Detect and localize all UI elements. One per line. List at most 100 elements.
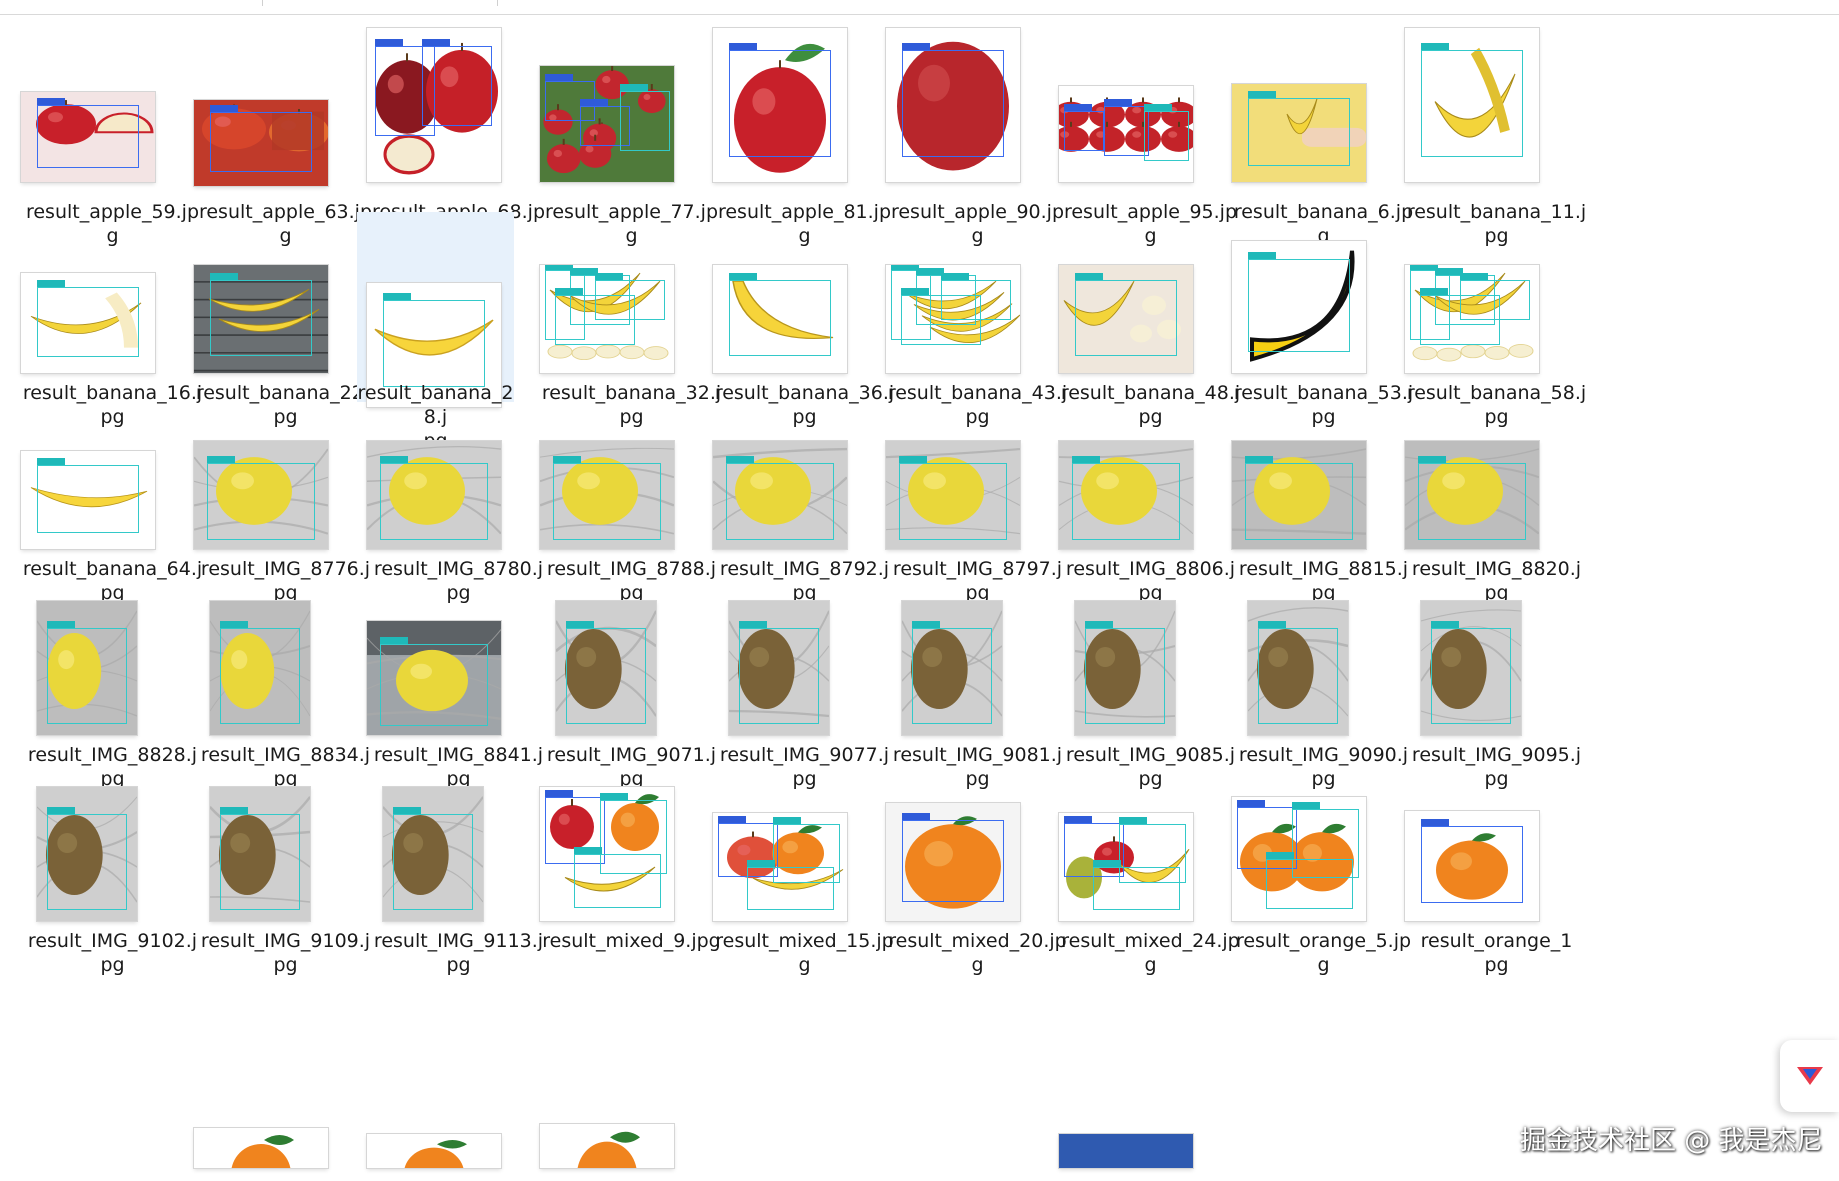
image-thumbnail[interactable]: [383, 787, 483, 921]
image-thumbnail[interactable]: [194, 100, 328, 186]
image-thumbnail[interactable]: [713, 441, 847, 549]
file-item[interactable]: result_banana_36.j pg: [713, 246, 896, 428]
image-thumbnail[interactable]: [210, 601, 310, 735]
file-name-line: result_banana_6.jp: [1233, 201, 1414, 223]
image-thumbnail[interactable]: [1059, 265, 1193, 373]
image-thumbnail[interactable]: [194, 441, 328, 549]
image-thumbnail[interactable]: [367, 621, 501, 735]
image-thumbnail[interactable]: [1232, 84, 1366, 182]
file-item[interactable]: result_banana_58.j pg: [1405, 246, 1588, 428]
file-item[interactable]: result_banana_53.j pg: [1232, 241, 1415, 428]
image-thumbnail[interactable]: [1232, 241, 1366, 373]
image-thumbnail[interactable]: [556, 601, 656, 735]
image-thumbnail[interactable]: [1405, 28, 1539, 182]
file-item[interactable]: result_IMG_8788.j pg: [540, 432, 723, 604]
image-thumbnail[interactable]: [713, 265, 847, 373]
file-item[interactable]: result_banana_48.j pg: [1059, 246, 1242, 428]
image-thumbnail[interactable]: [1059, 86, 1193, 182]
image-thumbnail[interactable]: [540, 787, 674, 921]
image-thumbnail[interactable]: [21, 273, 155, 373]
image-thumbnail[interactable]: [1232, 441, 1366, 549]
image-thumbnail[interactable]: [713, 813, 847, 921]
image-thumbnail[interactable]: [367, 441, 501, 549]
file-item[interactable]: result_IMG_9102.j pg: [21, 787, 204, 976]
image-thumbnail[interactable]: [1405, 811, 1539, 921]
floating-app-button[interactable]: [1780, 1040, 1839, 1112]
file-item[interactable]: result_IMG_9095.j pg: [1405, 601, 1588, 790]
file-name-line: g: [106, 225, 119, 247]
file-item[interactable]: result_mixed_24.jp g: [1059, 804, 1242, 976]
image-thumbnail[interactable]: [1248, 601, 1348, 735]
image-thumbnail[interactable]: [21, 451, 155, 549]
image-thumbnail[interactable]: [886, 803, 1020, 921]
image-thumbnail[interactable]: [1232, 797, 1366, 921]
file-item[interactable]: result_IMG_9077.j pg: [713, 601, 896, 790]
file-item[interactable]: result_IMG_8834.j pg: [194, 601, 377, 790]
file-item[interactable]: result_IMG_8841.j pg: [367, 618, 550, 790]
file-item[interactable]: result_IMG_9090.j pg: [1232, 601, 1415, 790]
file-item[interactable]: result_mixed_9.jpg: [540, 787, 723, 964]
image-thumbnail[interactable]: [21, 92, 155, 182]
image-thumbnail[interactable]: [729, 601, 829, 735]
file-item[interactable]: result_IMG_9113.j pg: [367, 787, 550, 976]
file-name-line: pg: [1484, 225, 1509, 247]
image-thumbnail[interactable]: [1421, 601, 1521, 735]
file-item[interactable]: result_IMG_9109.j pg: [194, 787, 377, 976]
file-item[interactable]: result_IMG_9081.j pg: [886, 601, 1069, 790]
file-name-label: result_apple_90.jp g: [886, 200, 1069, 248]
file-item[interactable]: result_IMG_8792.j pg: [713, 432, 896, 604]
image-thumbnail[interactable]: [540, 66, 674, 182]
image-thumbnail[interactable]: [540, 1124, 674, 1168]
image-thumbnail[interactable]: [367, 28, 501, 182]
file-item[interactable]: result_banana_64.j pg: [21, 432, 204, 604]
file-item[interactable]: result_orange_5.jp g: [1232, 797, 1415, 976]
image-thumbnail[interactable]: [886, 441, 1020, 549]
file-item[interactable]: result_apple_77.jp g: [540, 20, 723, 247]
file-item[interactable]: result_banana_28.jpg: [357, 212, 514, 452]
image-thumbnail[interactable]: [367, 1134, 501, 1168]
file-item[interactable]: result_mixed_20.jp g: [886, 803, 1069, 976]
file-item[interactable]: result_apple_90.jp g: [886, 20, 1069, 248]
image-thumbnail[interactable]: [1059, 813, 1193, 921]
image-thumbnail[interactable]: [713, 28, 847, 182]
file-item[interactable]: result_IMG_8797.j pg: [886, 432, 1069, 604]
file-name-line: result_IMG_8815.j: [1238, 558, 1409, 580]
image-thumbnail[interactable]: [37, 601, 137, 735]
file-item[interactable]: result_banana_22.j pg: [194, 246, 377, 428]
file-item[interactable]: result_IMG_9071.j pg: [540, 601, 723, 790]
file-name-line: g: [798, 954, 811, 976]
image-thumbnail[interactable]: [1075, 601, 1175, 735]
image-thumbnail[interactable]: [194, 265, 328, 373]
image-thumbnail[interactable]: [540, 265, 674, 373]
image-thumbnail[interactable]: [210, 787, 310, 921]
file-item[interactable]: result_orange_1 pg: [1405, 804, 1588, 976]
file-item[interactable]: result_apple_59.jp g: [21, 20, 204, 247]
image-thumbnail[interactable]: [1405, 265, 1539, 373]
file-item[interactable]: result_banana_16.j pg: [21, 246, 204, 428]
file-item[interactable]: result_IMG_8828.j pg: [21, 601, 204, 790]
file-item[interactable]: result_IMG_8806.j pg: [1059, 432, 1242, 604]
file-item[interactable]: result_apple_63.jp g: [194, 20, 377, 247]
image-thumbnail[interactable]: [1059, 441, 1193, 549]
file-item[interactable]: result_banana_11.j pg: [1405, 20, 1588, 247]
file-item[interactable]: result_banana_32.j pg: [540, 246, 723, 428]
file-item[interactable]: result_apple_95.jp g: [1059, 20, 1242, 247]
file-name-line: result_apple_95.jp: [1063, 201, 1238, 223]
file-item[interactable]: result_IMG_8815.j pg: [1232, 432, 1415, 604]
file-item[interactable]: result_apple_81.jp g: [713, 20, 896, 247]
file-item[interactable]: result_IMG_8780.j pg: [367, 432, 550, 604]
image-thumbnail[interactable]: [540, 441, 674, 549]
file-item[interactable]: result_IMG_8820.j pg: [1405, 432, 1588, 604]
file-item[interactable]: result_banana_43.j pg: [886, 246, 1069, 428]
image-thumbnail[interactable]: [886, 265, 1020, 373]
image-thumbnail[interactable]: [1405, 441, 1539, 549]
file-item[interactable]: result_IMG_8776.j pg: [194, 432, 377, 604]
image-thumbnail[interactable]: [194, 1128, 328, 1168]
file-item[interactable]: result_banana_6.jp g: [1232, 20, 1415, 247]
image-thumbnail[interactable]: [902, 601, 1002, 735]
image-thumbnail[interactable]: [37, 787, 137, 921]
image-thumbnail[interactable]: [1059, 1134, 1193, 1168]
file-item[interactable]: result_IMG_9085.j pg: [1059, 601, 1242, 790]
image-thumbnail[interactable]: [886, 28, 1020, 182]
file-item[interactable]: result_mixed_15.jp g: [713, 804, 896, 976]
